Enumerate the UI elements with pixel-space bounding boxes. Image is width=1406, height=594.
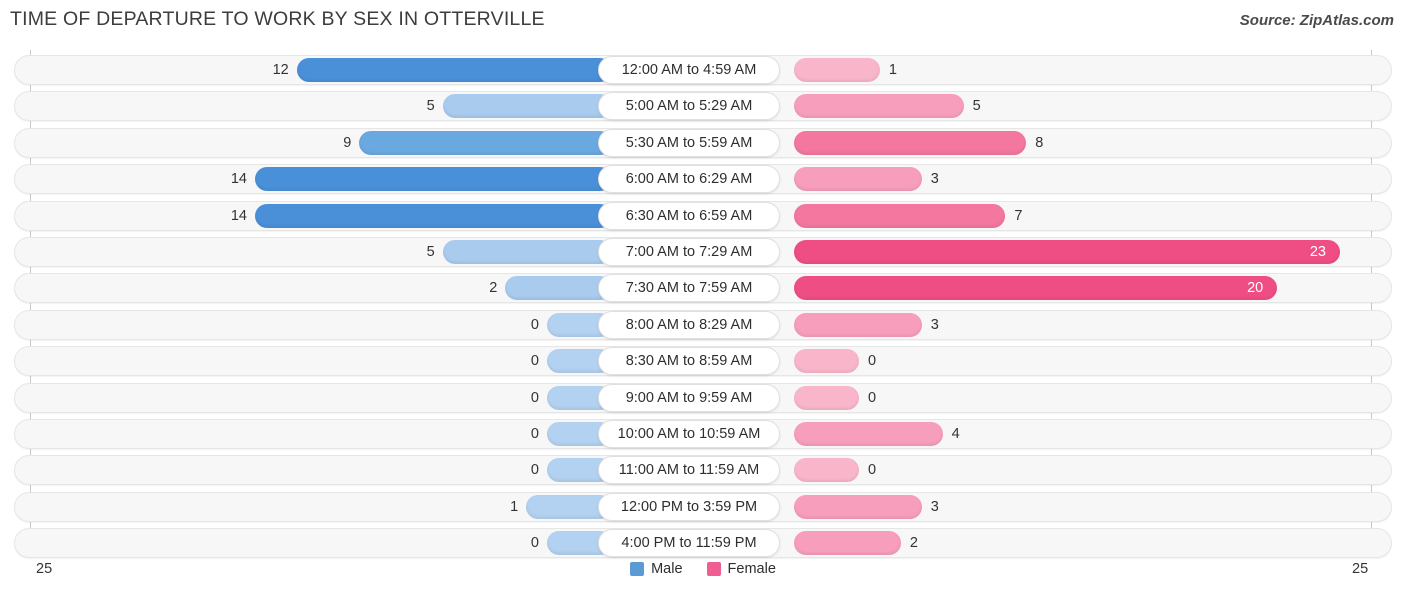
male-bar[interactable] [505,276,612,301]
chart-row: 12 1 12:00 AM to 4:59 AM [14,55,1392,85]
category-label: 8:30 AM to 8:59 AM [598,347,780,376]
chart-plot-area: 12 1 12:00 AM to 4:59 AM 5 5 5:00 AM to 5:29 … [0,50,1406,559]
male-value-label: 0 [530,389,539,406]
male-bar[interactable] [255,203,612,228]
chart-row: 2 20 7:30 AM to 7:59 AM [14,273,1392,304]
female-value-label: 0 [868,389,877,406]
female-value-label: 1 [888,62,897,78]
category-label: 10:00 AM to 10:59 AM [598,420,780,448]
female-value-label: 3 [930,498,939,515]
category-label: 4:00 PM to 11:59 PM [598,529,780,558]
female-bar[interactable] [794,240,1340,264]
female-bar[interactable] [794,94,964,119]
legend-swatch-icon [630,562,645,576]
female-bar[interactable] [794,422,943,446]
female-value-label: 2 [909,535,918,552]
male-value-label: 14 [230,171,247,188]
chart-row: 0 2 4:00 PM to 11:59 PM [14,528,1392,559]
female-value-label: 0 [868,353,877,370]
chart-row: 0 0 8:30 AM to 8:59 AM [14,346,1392,377]
male-value-label: 0 [530,462,539,479]
male-value-label: 0 [530,353,539,370]
chart-row: 5 23 7:00 AM to 7:29 AM [14,237,1392,267]
female-bar[interactable] [794,276,1278,301]
legend-label: Male [651,561,683,577]
male-value-label: 9 [343,134,352,151]
female-value-label: 3 [930,316,939,333]
female-bar[interactable] [794,385,859,410]
male-value-label: 0 [530,535,539,552]
category-label: 12:00 AM to 4:59 AM [598,56,780,84]
category-label: 8:00 AM to 8:29 AM [598,310,780,339]
category-label: 11:00 AM to 11:59 AM [598,456,780,485]
category-label: 7:00 AM to 7:29 AM [598,238,780,266]
male-value-label: 12 [272,62,289,78]
female-value-label: 0 [868,462,877,479]
legend-item[interactable]: Male [630,561,683,577]
male-bar[interactable] [442,94,612,119]
category-label: 9:00 AM to 9:59 AM [598,383,780,412]
chart-legend: Male Female [0,561,1406,577]
category-label: 7:30 AM to 7:59 AM [598,274,780,303]
chart-row: 0 0 11:00 AM to 11:59 AM [14,455,1392,486]
male-bar[interactable] [255,167,612,192]
category-label: 6:00 AM to 6:29 AM [598,165,780,194]
chart-row: 0 3 8:00 AM to 8:29 AM [14,309,1392,340]
chart-header: TIME OF DEPARTURE TO WORK BY SEX IN OTTE… [0,0,1406,42]
female-bar[interactable] [794,312,922,337]
category-label: 5:30 AM to 5:59 AM [598,128,780,157]
male-value-label: 0 [530,426,539,442]
male-value-label: 5 [426,98,435,115]
male-bar[interactable] [359,130,612,155]
male-value-label: 14 [230,207,247,224]
chart-row: 14 3 6:00 AM to 6:29 AM [14,164,1392,195]
female-bar[interactable] [794,167,922,192]
legend-label: Female [727,561,776,577]
female-bar[interactable] [794,494,922,519]
category-label: 6:30 AM to 6:59 AM [598,201,780,230]
male-value-label: 1 [510,498,519,515]
page-title: TIME OF DEPARTURE TO WORK BY SEX IN OTTE… [10,8,545,30]
female-bar[interactable] [794,349,859,374]
female-value-label: 7 [1014,207,1023,224]
female-value-label: 23 [1309,244,1326,260]
female-bar[interactable] [794,130,1027,155]
female-value-label: 4 [951,426,960,442]
chart-row: 5 5 5:00 AM to 5:29 AM [14,91,1392,122]
chart-row: 0 4 10:00 AM to 10:59 AM [14,419,1392,449]
chart-row: 9 8 5:30 AM to 5:59 AM [14,127,1392,158]
female-value-label: 5 [972,98,981,115]
female-value-label: 3 [930,171,939,188]
category-label: 5:00 AM to 5:29 AM [598,92,780,121]
male-bar[interactable] [442,240,612,264]
chart-row: 1 3 12:00 PM to 3:59 PM [14,491,1392,522]
female-bar[interactable] [794,458,859,483]
legend-swatch-icon [706,562,721,576]
legend-item[interactable]: Female [706,561,776,577]
female-value-label: 8 [1035,134,1044,151]
male-value-label: 5 [426,244,435,260]
source-attribution: Source: ZipAtlas.com [1239,12,1394,29]
category-label: 12:00 PM to 3:59 PM [598,492,780,521]
female-bar[interactable] [794,58,880,82]
male-value-label: 0 [530,316,539,333]
chart-row: 14 7 6:30 AM to 6:59 AM [14,200,1392,231]
chart-footer: 25 25 Male Female [0,555,1406,594]
female-bar[interactable] [794,531,901,556]
female-value-label: 20 [1247,280,1264,297]
female-bar[interactable] [794,203,1006,228]
chart-row: 0 0 9:00 AM to 9:59 AM [14,382,1392,413]
male-value-label: 2 [489,280,498,297]
male-bar[interactable] [296,58,612,82]
